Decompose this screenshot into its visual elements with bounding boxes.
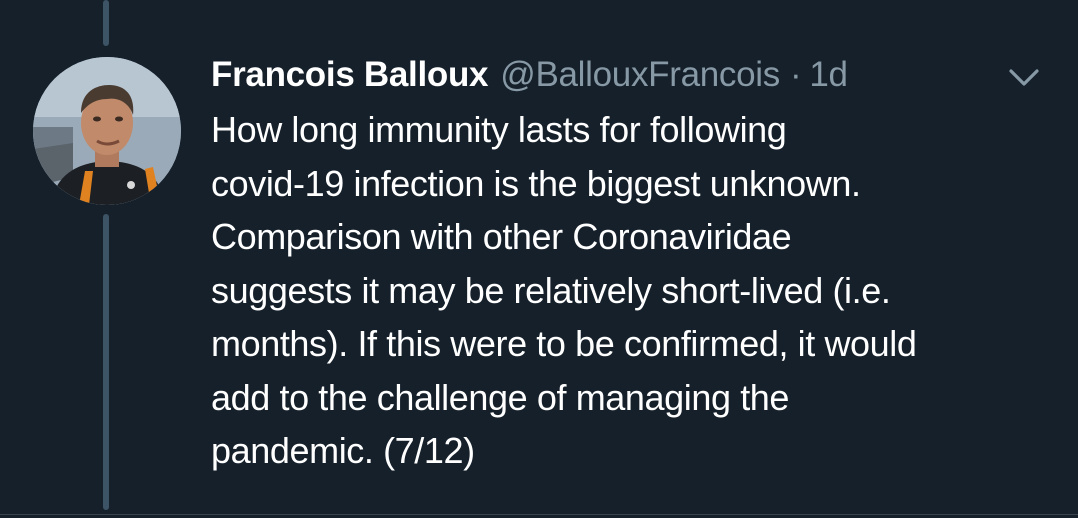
tweet-text-line: Comparison with other Coronaviridae bbox=[211, 216, 792, 257]
avatar[interactable] bbox=[33, 57, 181, 205]
tweet-text-line: pandemic. (7/12) bbox=[211, 430, 475, 471]
avatar-image bbox=[33, 57, 181, 205]
tweet-text-line: How long immunity lasts for following bbox=[211, 109, 787, 150]
tweet-divider bbox=[0, 514, 1078, 515]
thread-connector-line bbox=[103, 214, 109, 510]
author-display-name[interactable]: Francois Balloux bbox=[211, 52, 489, 98]
tweet-menu-button[interactable] bbox=[1004, 62, 1044, 92]
author-handle[interactable]: @BallouxFrancois bbox=[500, 52, 780, 98]
tweet-header: Francois Balloux @BallouxFrancois · 1d bbox=[211, 52, 1011, 98]
thread-connector-line bbox=[103, 0, 109, 46]
tweet-text-line: add to the challenge of managing the bbox=[211, 376, 790, 418]
chevron-down-icon bbox=[1009, 69, 1039, 86]
tweet-text-line: covid-19 infection is the biggest unknow… bbox=[211, 162, 861, 204]
separator-dot: · bbox=[789, 55, 802, 94]
timestamp[interactable]: 1d bbox=[809, 52, 848, 98]
tweet-text-line: suggests it may be relatively short-live… bbox=[211, 269, 891, 311]
tweet-text-line: months). If this were to be confirmed, i… bbox=[211, 323, 917, 364]
tweet-text: How long immunity lasts for following co… bbox=[211, 103, 1061, 478]
tweet[interactable]: Francois Balloux @BallouxFrancois · 1d H… bbox=[0, 0, 1078, 518]
